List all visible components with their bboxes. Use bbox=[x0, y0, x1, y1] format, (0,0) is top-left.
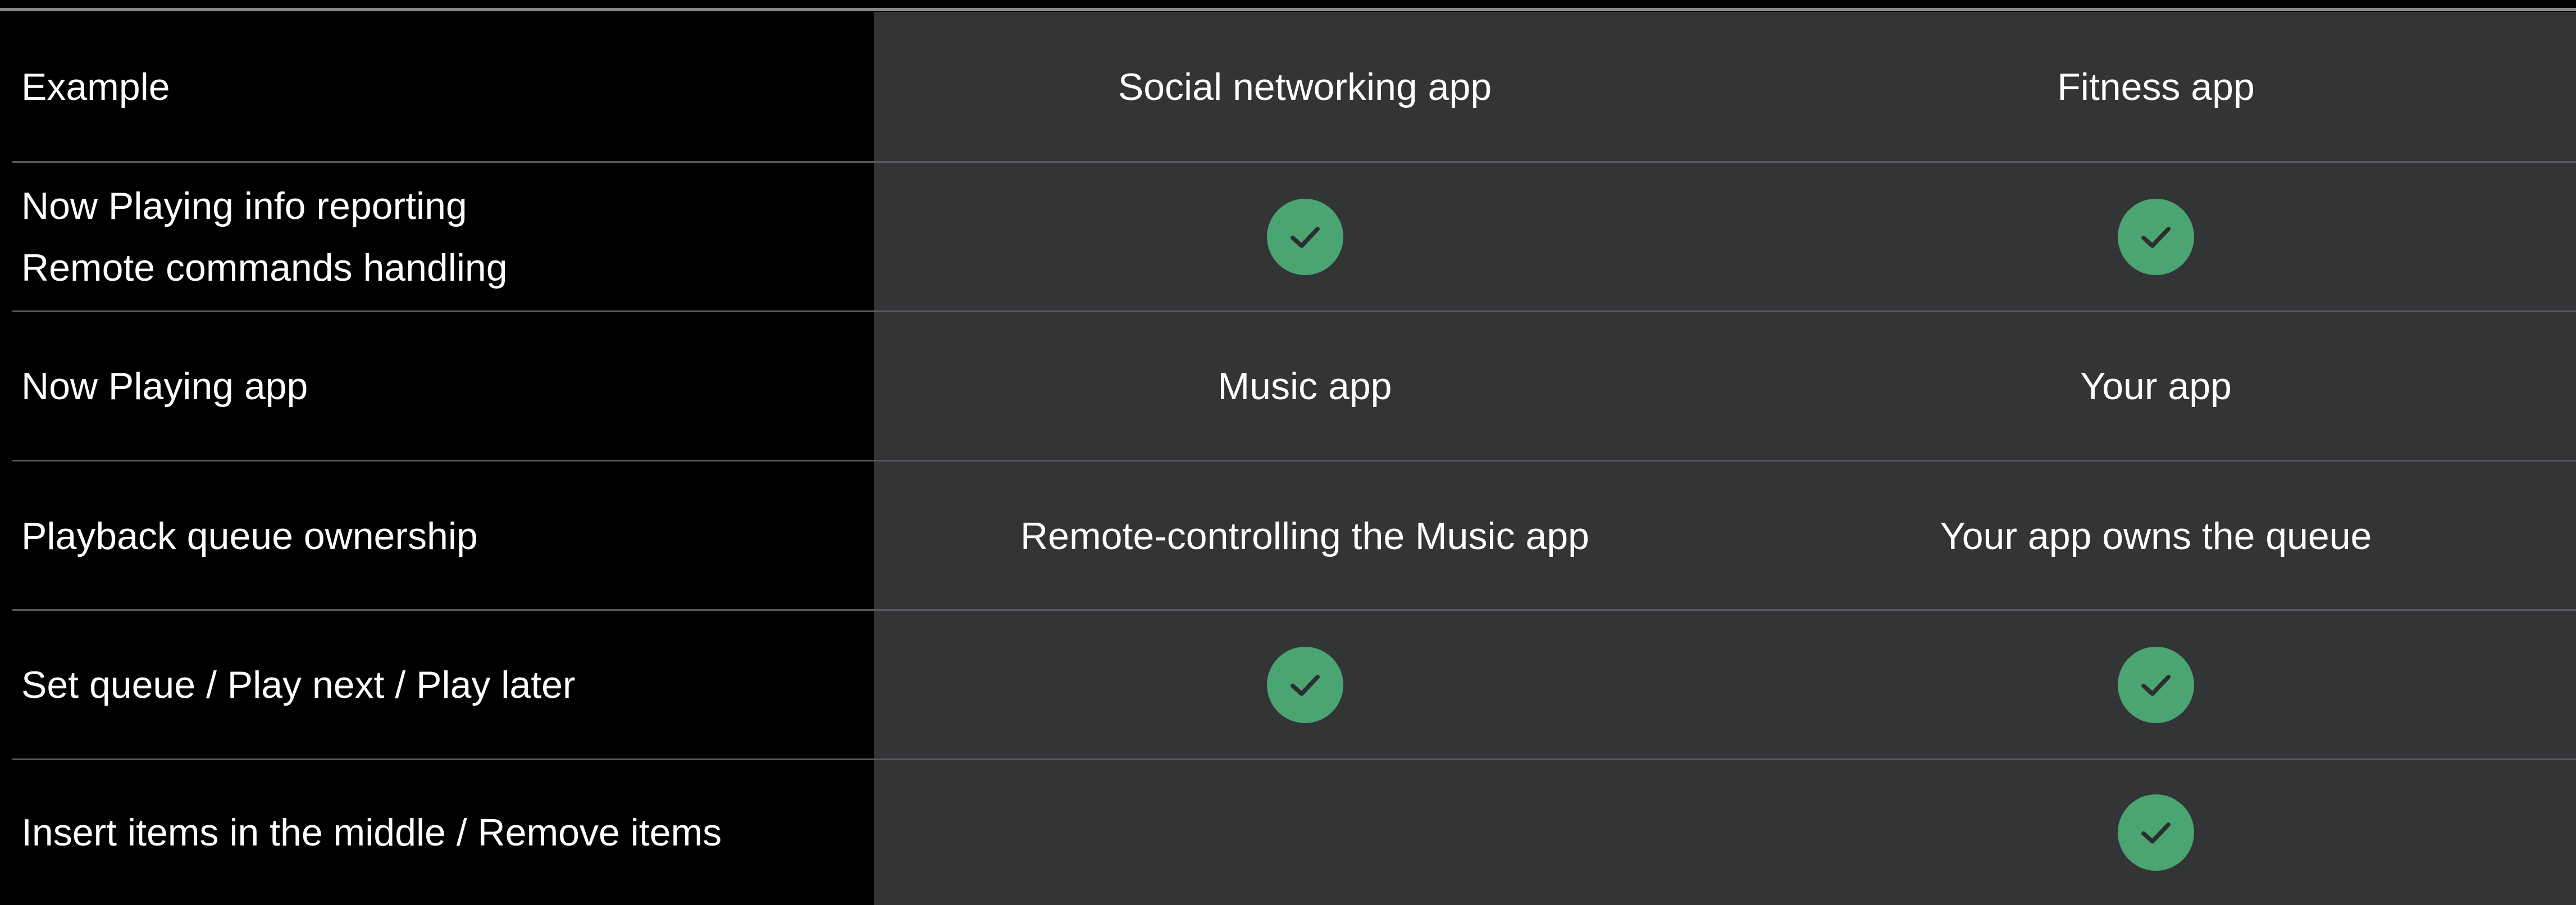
checkmark-icon bbox=[1266, 647, 1343, 723]
checkmark-icon bbox=[2118, 647, 2194, 723]
cell-fitness bbox=[1736, 794, 2576, 871]
comparison-table: Example Social networking app Fitness ap… bbox=[0, 0, 2576, 905]
row-label: Playback queue ownership bbox=[21, 514, 478, 557]
table-row: Insert items in the middle / Remove item… bbox=[0, 760, 2576, 905]
table-row: Set queue / Play next / Play later bbox=[0, 611, 2576, 759]
row-label: Now Playing app bbox=[21, 365, 308, 408]
header-col-social: Social networking app bbox=[1118, 65, 1492, 108]
cell-fitness bbox=[1736, 199, 2576, 275]
table-row: Playback queue ownership Remote-controll… bbox=[0, 461, 2576, 610]
row-label-line: Remote commands handling bbox=[21, 246, 508, 289]
header-label: Example bbox=[21, 65, 170, 108]
row-label: Set queue / Play next / Play later bbox=[21, 664, 576, 706]
header-col-fitness: Fitness app bbox=[2057, 65, 2255, 108]
cell-fitness: Your app bbox=[2080, 365, 2232, 408]
row-label: Now Playing info reporting Remote comman… bbox=[0, 175, 874, 299]
cell-social: Remote-controlling the Music app bbox=[1020, 514, 1589, 557]
cell-fitness bbox=[1736, 647, 2576, 723]
checkmark-icon bbox=[2118, 794, 2194, 871]
table-row: Now Playing info reporting Remote comman… bbox=[0, 163, 2576, 311]
header-row: Example Social networking app Fitness ap… bbox=[0, 12, 2576, 162]
checkmark-icon bbox=[2118, 199, 2194, 275]
cell-social bbox=[874, 647, 1736, 723]
cell-fitness: Your app owns the queue bbox=[1940, 514, 2372, 557]
table-row: Now Playing app Music app Your app bbox=[0, 312, 2576, 460]
row-label: Insert items in the middle / Remove item… bbox=[21, 811, 722, 854]
top-rule bbox=[0, 8, 2576, 11]
cell-social bbox=[874, 199, 1736, 275]
checkmark-icon bbox=[1266, 199, 1343, 275]
row-label-line: Now Playing info reporting bbox=[21, 185, 467, 227]
cell-social: Music app bbox=[1218, 365, 1392, 408]
